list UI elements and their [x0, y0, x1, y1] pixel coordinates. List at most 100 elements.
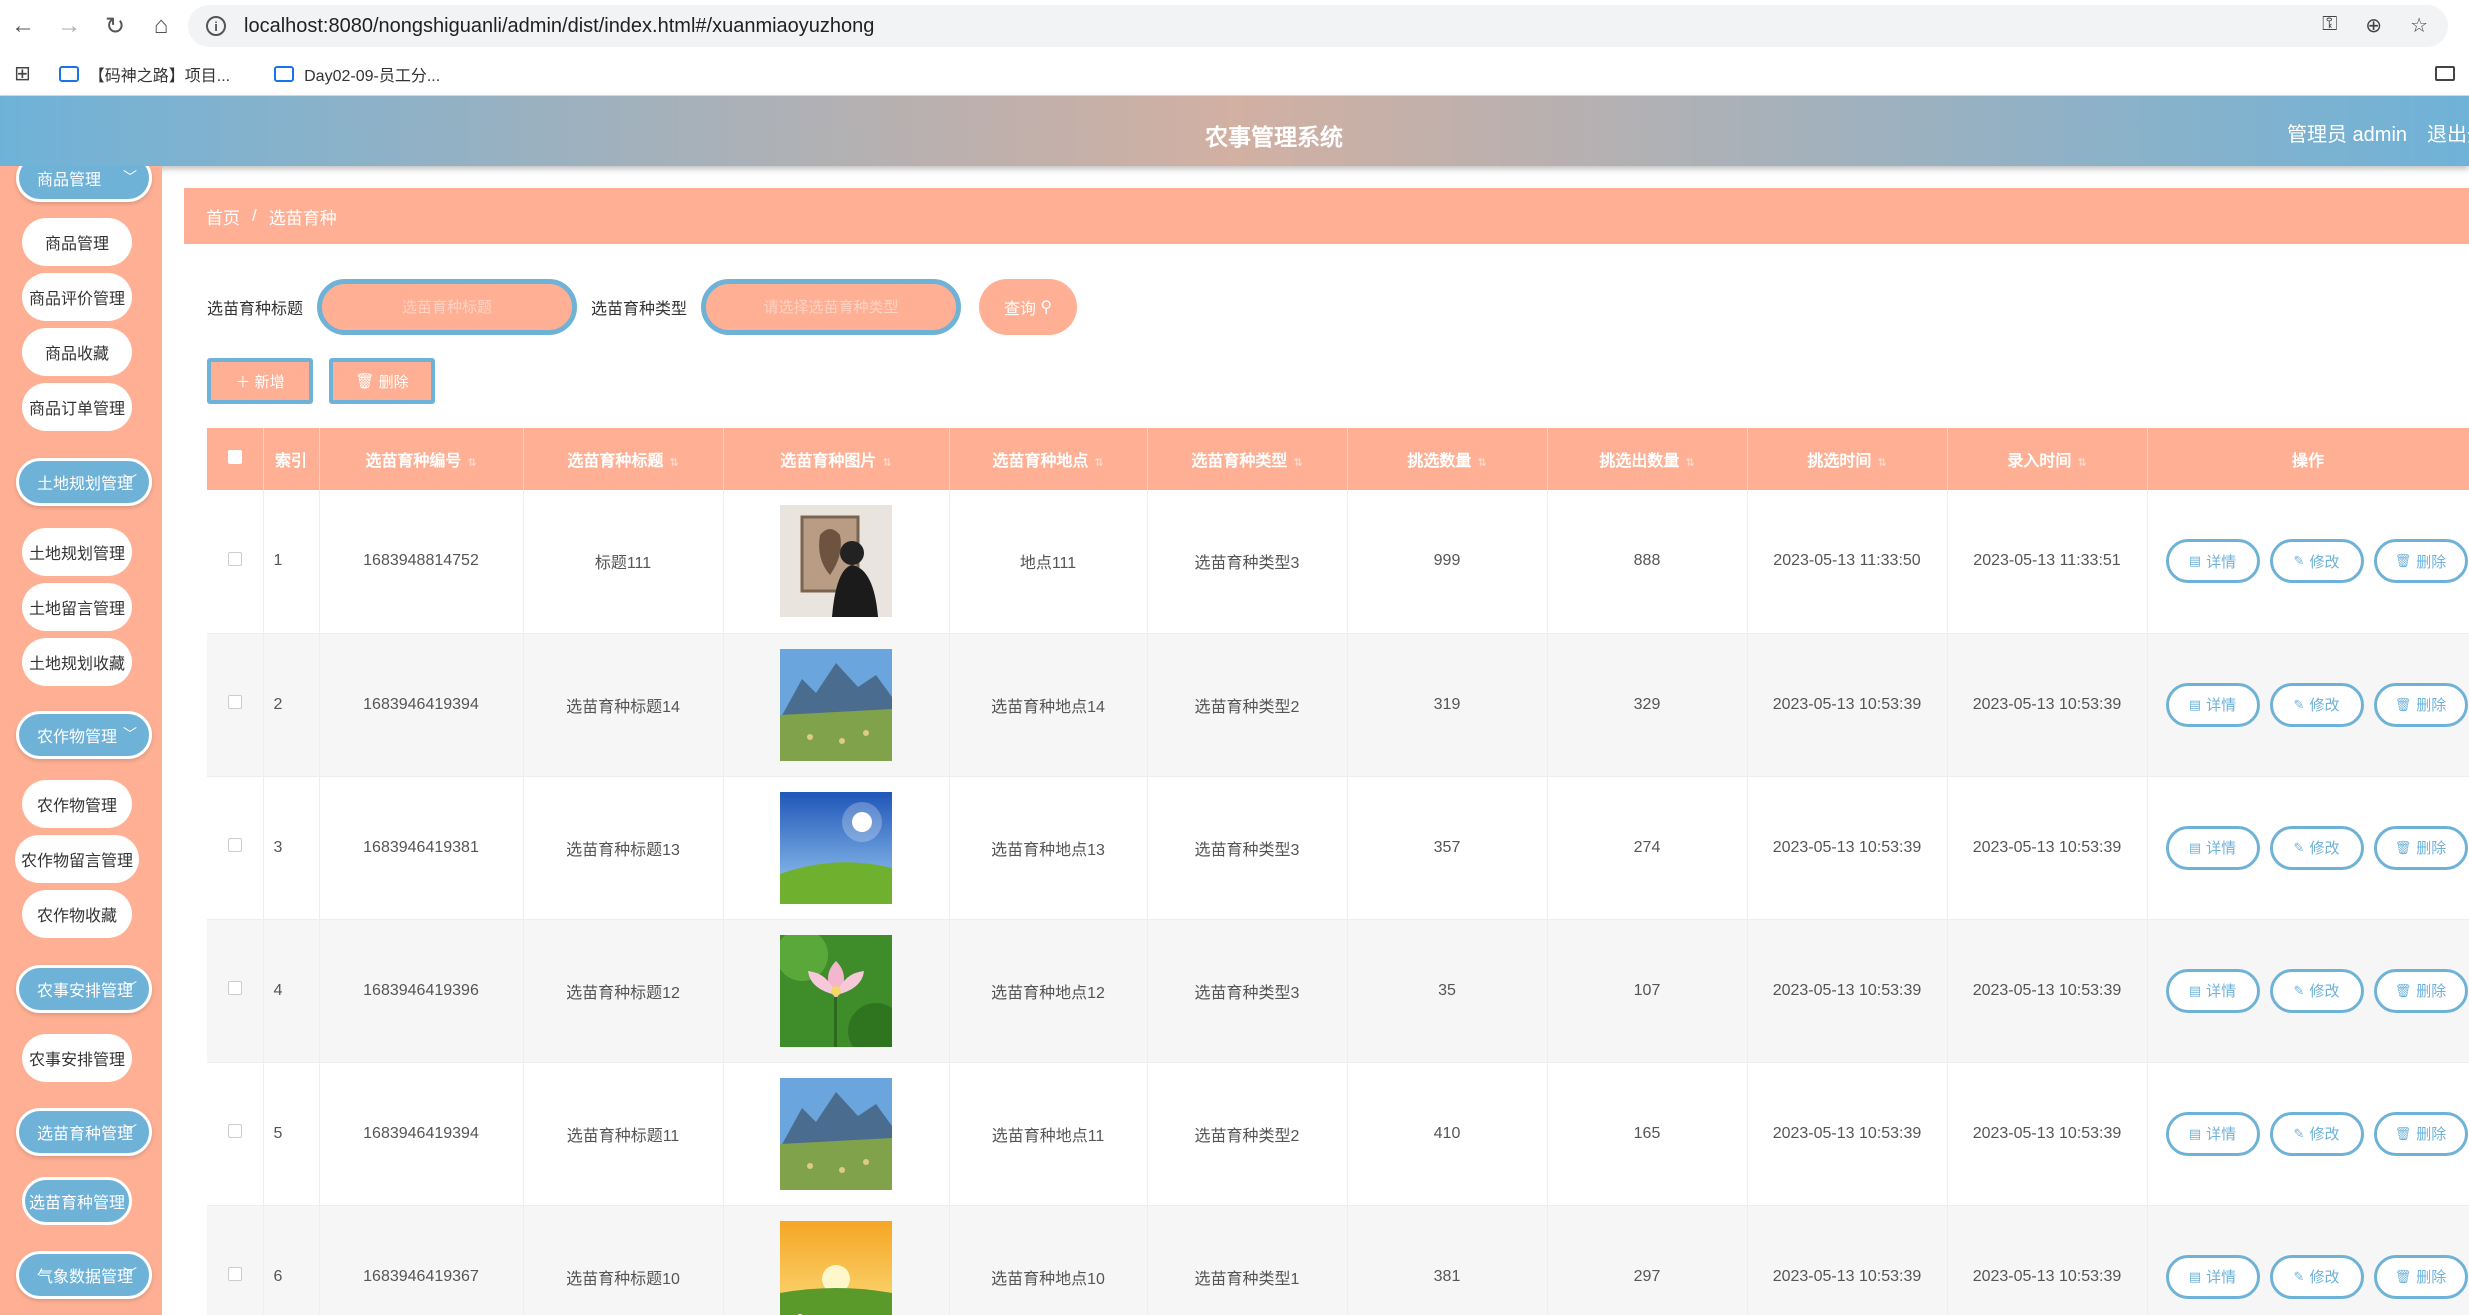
column-header[interactable]: 录入时间 ⇅: [1947, 428, 2148, 490]
bookmarks-bar: ⊞ 【码神之路】项目... Day02-09-员工分...: [0, 52, 2469, 96]
folder-icon[interactable]: [2435, 66, 2455, 81]
column-header[interactable]: 挑选时间 ⇅: [1747, 428, 1948, 490]
sidebar-item-land[interactable]: 土地规划管理: [22, 528, 132, 576]
column-header[interactable]: 选苗育种标题 ⇅: [523, 428, 724, 490]
cell-title: 选苗育种标题14: [523, 633, 724, 777]
delete-button[interactable]: 🗑 删除: [2373, 539, 2468, 584]
add-button[interactable]: ＋ 新增: [207, 358, 313, 404]
admin-label: 管理员 admin: [2287, 124, 2408, 146]
detail-button[interactable]: ▤ 详情: [2165, 682, 2260, 727]
sidebar-item-goods[interactable]: 商品管理: [22, 218, 132, 266]
edit-button[interactable]: ✎ 修改: [2269, 1254, 2364, 1299]
sort-icon: ⇅: [1877, 457, 1887, 469]
row-checkbox[interactable]: [207, 1062, 264, 1206]
sidebar-item-crop-message[interactable]: 农作物留言管理: [15, 835, 139, 883]
browser-toolbar: ← → ↻ ⌂ i localhost:8080/nongshiguanli/a…: [0, 0, 2469, 52]
edit-icon: ✎: [2293, 982, 2305, 998]
column-header[interactable]: 选苗育种类型 ⇅: [1147, 428, 1348, 490]
zoom-icon[interactable]: ⊕: [2365, 13, 2382, 38]
detail-button[interactable]: ▤ 详情: [2165, 968, 2260, 1013]
sidebar-item-seedling[interactable]: 选苗育种管理: [22, 1177, 132, 1225]
cell-type: 选苗育种类型3: [1147, 490, 1348, 634]
menu-group-goods[interactable]: 商品管理 ﹀: [16, 166, 152, 202]
apps-icon[interactable]: ⊞: [14, 61, 31, 86]
delete-button[interactable]: 🗑 删除: [2373, 968, 2468, 1013]
edit-button[interactable]: ✎ 修改: [2269, 968, 2364, 1013]
sidebar-item-land-message[interactable]: 土地留言管理: [22, 583, 132, 631]
delete-button[interactable]: 🗑 删除: [2373, 825, 2468, 870]
sidebar-item-crop[interactable]: 农作物管理: [22, 780, 132, 828]
sidebar-item-goods-favorite[interactable]: 商品收藏: [22, 328, 132, 376]
cell-place: 地点111: [949, 490, 1148, 634]
row-checkbox[interactable]: [207, 490, 264, 634]
edit-button[interactable]: ✎ 修改: [2269, 539, 2364, 584]
key-icon[interactable]: ⚿: [2322, 13, 2337, 38]
title-search-input[interactable]: [322, 284, 573, 330]
document-icon: ▤: [2188, 1125, 2202, 1141]
row-checkbox[interactable]: [207, 919, 264, 1063]
delete-button[interactable]: 🗑 删除: [2373, 682, 2468, 727]
detail-button[interactable]: ▤ 详情: [2165, 1254, 2260, 1299]
logout-button[interactable]: 退出登: [2427, 118, 2469, 147]
person-photo: [780, 505, 892, 618]
cell-count: 35: [1347, 919, 1548, 1063]
bookmark-item[interactable]: 【码神之路】项目...: [49, 62, 230, 86]
title-search-field[interactable]: [317, 279, 578, 335]
cell-type: 选苗育种类型2: [1147, 633, 1348, 777]
home-icon[interactable]: ⌂: [138, 6, 184, 46]
detail-button[interactable]: ▤ 详情: [2165, 1111, 2260, 1156]
edit-button[interactable]: ✎ 修改: [2269, 825, 2364, 870]
sidebar-item-land-favorite[interactable]: 土地规划收藏: [22, 638, 132, 686]
delete-button[interactable]: 🗑 删除: [2373, 1111, 2468, 1156]
back-icon[interactable]: ←: [0, 6, 46, 46]
column-header[interactable]: 挑选出数量 ⇅: [1547, 428, 1748, 490]
menu-group-farming[interactable]: 农事安排管理 ﹀: [16, 965, 152, 1013]
address-bar[interactable]: i localhost:8080/nongshiguanli/admin/dis…: [188, 5, 2448, 47]
cell-index: 3: [263, 776, 320, 920]
delete-button[interactable]: 🗑 删除: [2373, 1254, 2468, 1299]
sort-icon: ⇅: [882, 457, 892, 469]
mountain-photo: [780, 1077, 892, 1190]
breadcrumb-home[interactable]: 首页: [206, 204, 240, 229]
column-header: 操作: [2147, 428, 2469, 490]
detail-button[interactable]: ▤ 详情: [2165, 825, 2260, 870]
site-info-icon[interactable]: i: [206, 16, 226, 36]
cell-picked: 165: [1547, 1062, 1748, 1206]
document-icon: ▤: [2188, 696, 2202, 712]
cell-image: [723, 490, 950, 634]
sidebar-item-goods-order[interactable]: 商品订单管理: [22, 383, 132, 431]
menu-group-land[interactable]: 土地规划管理 ﹀: [16, 458, 152, 506]
sidebar-item-farming[interactable]: 农事安排管理: [22, 1034, 132, 1082]
batch-delete-button[interactable]: 🗑 删除: [329, 358, 435, 404]
reload-icon[interactable]: ↻: [92, 6, 138, 46]
cell-title: 选苗育种标题11: [523, 1062, 724, 1206]
column-header[interactable]: 选苗育种地点 ⇅: [949, 428, 1148, 490]
menu-group-weather[interactable]: 气象数据管理 ﹀: [16, 1251, 152, 1299]
column-header[interactable]: 选苗育种图片 ⇅: [723, 428, 950, 490]
type-select-input[interactable]: [706, 284, 957, 330]
forward-icon[interactable]: →: [46, 6, 92, 46]
column-header[interactable]: 选苗育种编号 ⇅: [319, 428, 524, 490]
sidebar-item-goods-review[interactable]: 商品评价管理: [22, 273, 132, 321]
menu-group-crop[interactable]: 农作物管理 ﹀: [16, 711, 152, 759]
column-header[interactable]: 挑选数量 ⇅: [1347, 428, 1548, 490]
detail-button[interactable]: ▤ 详情: [2165, 539, 2260, 584]
select-all-checkbox[interactable]: [207, 428, 264, 490]
sidebar-item-crop-favorite[interactable]: 农作物收藏: [22, 890, 132, 938]
query-button[interactable]: 查询 ⚲: [979, 279, 1078, 335]
star-icon[interactable]: ☆: [2410, 13, 2428, 38]
cell-title: 选苗育种标题12: [523, 919, 724, 1063]
edit-button[interactable]: ✎ 修改: [2269, 682, 2364, 727]
edit-icon: ✎: [2293, 1125, 2305, 1141]
trash-icon: 🗑: [2394, 1268, 2412, 1284]
cell-entry-time: 2023-05-13 10:53:39: [1947, 633, 2148, 777]
edit-button[interactable]: ✎ 修改: [2269, 1111, 2364, 1156]
row-checkbox[interactable]: [207, 776, 264, 920]
row-checkbox[interactable]: [207, 633, 264, 777]
type-select[interactable]: [701, 279, 962, 335]
url-text[interactable]: localhost:8080/nongshiguanli/admin/dist/…: [244, 15, 874, 38]
row-checkbox[interactable]: [207, 1205, 264, 1315]
trash-icon: 🗑: [2394, 1125, 2412, 1141]
menu-group-seedling[interactable]: 选苗育种管理 ﹀: [16, 1108, 152, 1156]
bookmark-item[interactable]: Day02-09-员工分...: [264, 62, 440, 86]
